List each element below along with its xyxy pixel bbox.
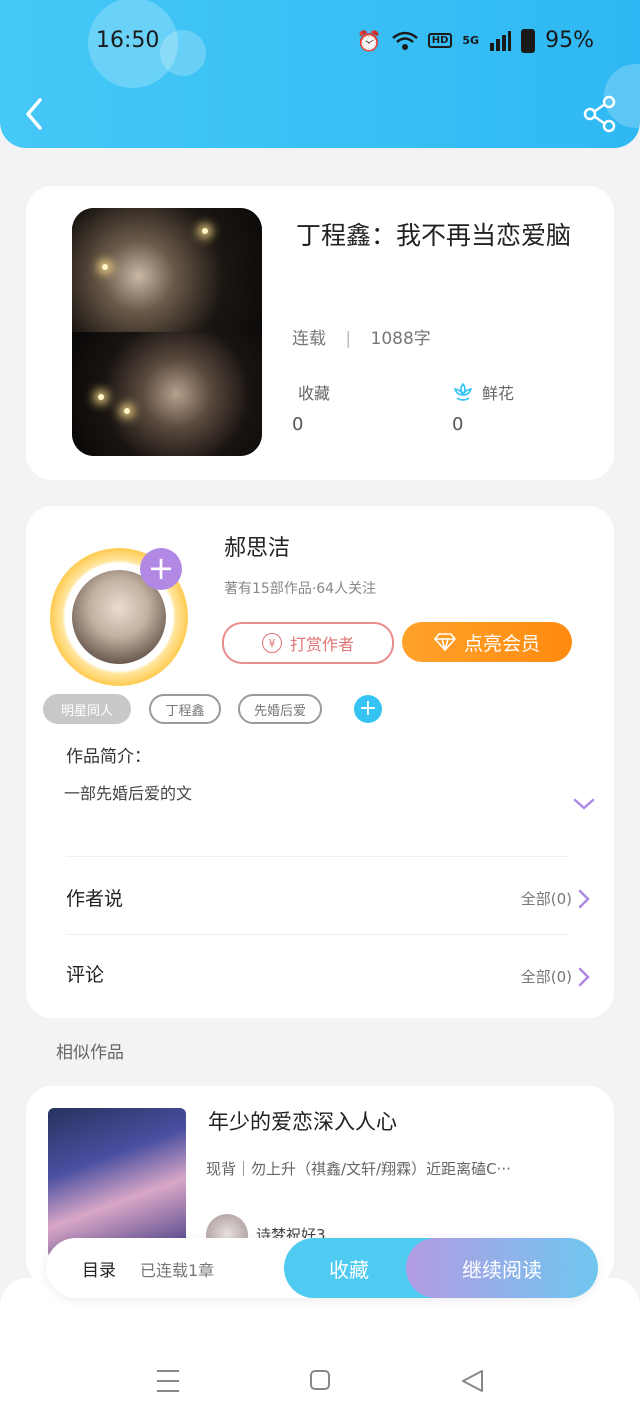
battery-level: 95% bbox=[545, 28, 594, 53]
vip-label: 点亮会员 bbox=[463, 632, 540, 655]
chevron-right-icon bbox=[578, 967, 590, 986]
collect-count: 0 bbox=[292, 414, 304, 435]
collect-button-label: 收藏 bbox=[329, 1257, 369, 1282]
intro-label: 作品简介： bbox=[66, 747, 151, 767]
bottom-nav-area bbox=[0, 1278, 640, 1422]
share-button[interactable] bbox=[582, 94, 618, 134]
comments-label: 评论 bbox=[66, 964, 105, 986]
similar-work-desc: 现背｜勿上升（祺鑫/文轩/翔霖）近距离磕C··· bbox=[206, 1160, 511, 1178]
back-button[interactable] bbox=[20, 94, 50, 134]
alarm-icon: ⏰ bbox=[356, 28, 382, 53]
status-time: 16:50 bbox=[96, 28, 160, 53]
author-name[interactable]: 郝思洁 bbox=[224, 530, 290, 562]
similar-work-title[interactable]: 年少的爱恋深入人心 bbox=[208, 1106, 397, 1136]
comments-count-wrap: 全部(0) bbox=[521, 966, 590, 987]
diamond-icon bbox=[434, 633, 456, 651]
chevron-down-icon bbox=[573, 798, 595, 810]
continue-reading-button[interactable]: 继续阅读 bbox=[406, 1238, 598, 1298]
intro-text: 一部先婚后爱的文 bbox=[64, 784, 193, 803]
home-button[interactable] bbox=[309, 1368, 331, 1396]
tag-item[interactable]: 明星同人 bbox=[43, 694, 131, 724]
author-says-count-wrap: 全部(0) bbox=[521, 888, 590, 909]
book-title: 丁程鑫：我不再当恋爱脑 bbox=[296, 221, 572, 250]
tag-item[interactable]: 先婚后爱 bbox=[238, 694, 322, 724]
back-triangle-icon bbox=[462, 1370, 483, 1392]
battery-icon bbox=[521, 28, 536, 53]
comments-row[interactable]: 评论 全部(0) bbox=[66, 938, 590, 1012]
flower-icon bbox=[453, 382, 473, 401]
home-icon bbox=[310, 1370, 330, 1390]
tip-label: 打赏作者 bbox=[289, 635, 354, 654]
expand-intro-button[interactable] bbox=[572, 796, 596, 812]
status-icons: ⏰ HD 5G 95% bbox=[357, 28, 594, 53]
flower-stat[interactable]: 鲜花 bbox=[452, 380, 514, 404]
nav-back-button[interactable] bbox=[460, 1368, 484, 1398]
author-says-label: 作者说 bbox=[66, 888, 124, 910]
flower-count: 0 bbox=[452, 414, 464, 435]
menu-button[interactable] bbox=[156, 1368, 180, 1398]
signal-icon bbox=[490, 30, 512, 51]
menu-icon bbox=[157, 1370, 179, 1392]
tip-author-button[interactable]: ¥ 打赏作者 bbox=[222, 622, 394, 664]
vip-button[interactable]: 点亮会员 bbox=[402, 622, 572, 662]
comments-count: 全部(0) bbox=[520, 968, 572, 986]
book-meta: 连载 | 1088字 bbox=[292, 329, 431, 349]
author-stats: 著有15部作品·64人关注 bbox=[224, 581, 377, 597]
continue-reading-label: 继续阅读 bbox=[462, 1257, 542, 1282]
follow-author-button[interactable]: + bbox=[140, 548, 182, 590]
toc-status: 已连载1章 bbox=[140, 1261, 215, 1280]
collect-label: 收藏 bbox=[298, 384, 331, 403]
divider bbox=[66, 856, 568, 857]
book-status: 连载 bbox=[292, 329, 326, 349]
cover-photo-top bbox=[72, 208, 262, 332]
divider bbox=[66, 934, 568, 935]
author-says-count: 全部(0) bbox=[520, 890, 572, 908]
yen-icon: ¥ bbox=[261, 633, 282, 653]
network-label: 5G bbox=[462, 33, 480, 47]
book-cover[interactable] bbox=[72, 208, 262, 456]
author-says-row[interactable]: 作者说 全部(0) bbox=[66, 860, 590, 934]
back-icon bbox=[26, 98, 42, 130]
add-tag-button[interactable]: + bbox=[354, 695, 382, 723]
flower-label: 鲜花 bbox=[482, 384, 515, 403]
share-icon bbox=[583, 95, 616, 133]
toc-button[interactable]: 目录 bbox=[82, 1256, 116, 1281]
tag-item[interactable]: 丁程鑫 bbox=[149, 694, 221, 724]
hd-icon: HD bbox=[427, 33, 453, 48]
wifi-icon bbox=[391, 31, 418, 50]
similar-work-cover[interactable] bbox=[48, 1108, 186, 1258]
similar-section-title: 相似作品 bbox=[56, 1043, 124, 1063]
top-header bbox=[0, 0, 640, 148]
word-count: 1088字 bbox=[370, 329, 431, 349]
chevron-right-icon bbox=[578, 889, 590, 908]
